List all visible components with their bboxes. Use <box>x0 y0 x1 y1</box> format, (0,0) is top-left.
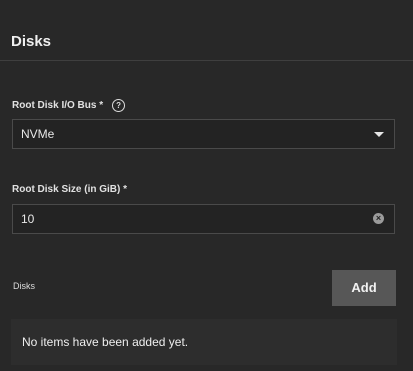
section-title: Disks <box>11 33 52 50</box>
root-disk-bus-label: Root Disk I/O Bus * ? <box>12 99 126 112</box>
root-disk-size-input[interactable]: 10 × <box>12 204 395 234</box>
clear-icon[interactable]: × <box>373 213 384 224</box>
root-disk-size-label: Root Disk Size (in GiB) * <box>12 184 127 195</box>
empty-message: No items have been added yet. <box>22 335 189 349</box>
help-icon[interactable]: ? <box>112 99 126 112</box>
disks-empty-panel: No items have been added yet. <box>11 319 397 365</box>
root-disk-bus-select[interactable]: NVMe <box>12 119 395 149</box>
disks-list-label: Disks <box>13 281 35 291</box>
root-disk-size-value: 10 <box>21 212 35 226</box>
root-disk-bus-value: NVMe <box>21 127 55 141</box>
caret-down-icon <box>374 132 384 137</box>
disks-form-section: Disks Root Disk I/O Bus * ? NVMe Root Di… <box>0 0 413 371</box>
root-disk-size-label-text: Root Disk Size (in GiB) * <box>12 184 128 195</box>
section-divider <box>0 60 413 61</box>
root-disk-bus-label-text: Root Disk I/O Bus * <box>12 100 104 111</box>
add-disk-button[interactable]: Add <box>332 270 396 306</box>
